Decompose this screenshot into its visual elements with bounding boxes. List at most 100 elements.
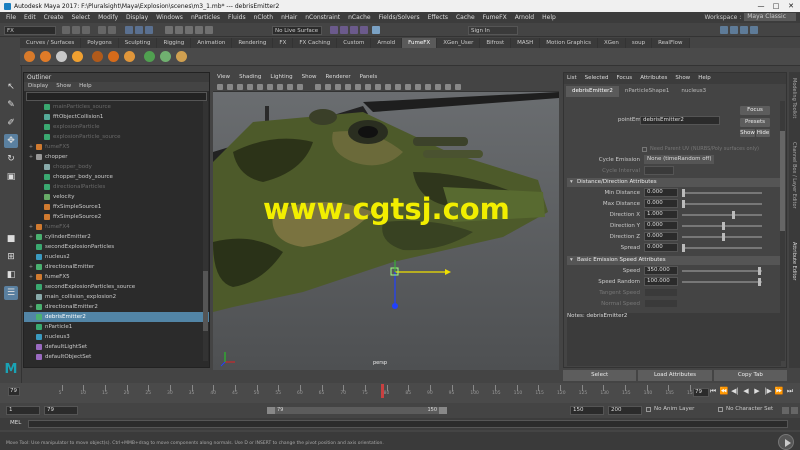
max-distance-slider[interactable] [682,200,762,208]
workspace-dropdown[interactable]: Maya Classic [744,13,796,21]
range-start-handle[interactable] [267,407,275,414]
side-tab-modeling-toolkit[interactable]: Modeling Toolkit [791,78,797,118]
attr-menu-focus[interactable]: Focus [616,73,632,84]
four-view-icon[interactable]: ⊞ [4,250,18,264]
anti-alias-icon[interactable] [395,84,401,90]
menu-edit[interactable]: Edit [24,14,36,21]
camera-select-icon[interactable] [217,84,223,90]
shelf-tab-xgen[interactable]: XGen [597,38,626,48]
shelf-smoke-icon[interactable] [56,51,67,62]
outliner-row[interactable]: mainParticles_source [24,102,209,112]
attr-menu-list[interactable]: List [567,73,577,84]
copy-tab-button[interactable]: Copy Tab [713,370,787,381]
select-object-icon[interactable] [135,26,143,34]
rotate-tool-icon[interactable]: ↻ [4,152,18,166]
viewport-scene[interactable] [213,92,559,370]
play-backwards-icon[interactable]: ◀ [741,387,751,399]
viewport-menu-renderer[interactable]: Renderer [325,72,350,82]
maximize-button[interactable]: □ [769,0,783,12]
range-slider-bar[interactable]: 79 150 [267,407,447,414]
show-button[interactable]: Show [740,129,755,137]
menu-ncloth[interactable]: nCloth [254,14,274,21]
playback-start-field[interactable]: 79 [44,406,78,415]
side-tab-attribute-editor[interactable]: Attribute Editor [791,242,797,280]
node-name-field[interactable]: debrisEmitter2 [640,116,720,125]
shelf-velocity-icon[interactable] [160,51,171,62]
wireframe-on-shaded-icon[interactable] [335,84,341,90]
step-forward-frame-icon[interactable]: |▶ [763,387,773,399]
single-view-icon[interactable]: ■ [4,232,18,246]
outliner-layout-icon[interactable]: ☰ [4,286,18,300]
menu-nhair[interactable]: nHair [281,14,297,21]
attr-menu-selected[interactable]: Selected [585,73,609,84]
lasso-tool-icon[interactable]: ✎ [4,98,18,112]
snap-grid-icon[interactable] [165,26,173,34]
render-settings-icon[interactable] [350,26,358,34]
attribute-editor-toggle-icon[interactable] [730,26,738,34]
mel-command-input[interactable] [28,420,788,428]
redo-icon[interactable] [108,26,116,34]
hypershade-icon[interactable] [360,26,368,34]
shelf-tab-custom[interactable]: Custom [337,38,372,48]
shelf-tab-arnold[interactable]: Arnold [371,38,403,48]
shadows-icon[interactable] [365,84,371,90]
outliner-row[interactable]: directionalParticles [24,182,209,192]
shelf-tab-realflow[interactable]: RealFlow [652,38,690,48]
need-parent-uv-checkbox[interactable] [642,147,647,152]
motion-blur-icon[interactable] [385,84,391,90]
menu-cache[interactable]: Cache [456,14,475,21]
menu-effects[interactable]: Effects [428,14,448,21]
modeling-toolkit-toggle-icon[interactable] [720,26,728,34]
shelf-fire-icon[interactable] [40,51,51,62]
outliner-menu-help[interactable]: Help [79,82,92,91]
outliner-scrollbar[interactable] [203,101,208,361]
bookmark-icon[interactable] [237,84,243,90]
menu-modify[interactable]: Modify [98,14,118,21]
viewport-menu-show[interactable]: Show [302,72,317,82]
minimize-button[interactable]: — [754,0,768,12]
menu-ncache[interactable]: nCache [348,14,370,21]
attribute-editor-scroll-thumb[interactable] [780,131,785,231]
shelf-object-source-icon[interactable] [124,51,135,62]
min-distance-field[interactable]: 0.000 [644,188,678,197]
outliner-row[interactable]: main_collision_explosion2 [24,292,209,302]
image-plane-icon[interactable] [247,84,253,90]
account-icon[interactable] [372,26,380,34]
step-back-key-icon[interactable]: ⏪ [719,387,729,399]
outliner-menu-display[interactable]: Display [28,82,48,91]
outliner-row[interactable]: + cylinderEmitter2 [24,232,209,242]
camera-attributes-icon[interactable] [227,84,233,90]
animation-start-field[interactable]: 1 [6,406,40,415]
scale-tool-icon[interactable]: ▣ [4,170,18,184]
gamma-icon[interactable] [455,84,461,90]
shelf-tab-sculpting[interactable]: Sculpting [118,38,158,48]
viewport-menu-shading[interactable]: Shading [239,72,261,82]
attribute-editor-scrollbar[interactable] [780,101,785,361]
viewport-panel[interactable]: View Shading Lighting Show Renderer Panels [213,72,559,370]
outliner-row[interactable]: fftObjectCollision1 [24,112,209,122]
hide-button[interactable]: Hide [756,129,770,137]
sign-in-dropdown[interactable]: Sign In [468,26,518,35]
step-back-frame-icon[interactable]: ◀| [730,387,740,399]
menu-nconstraint[interactable]: nConstraint [305,14,340,21]
load-attributes-button[interactable]: Load Attributes [638,370,712,381]
direction-y-field[interactable]: 0.000 [644,221,678,230]
time-slider-ticks[interactable]: 5 10 15 20 25 30 35 40 45 50 55 60 65 70 75 80 85 90 95 100… [40,383,700,399]
smooth-shade-icon[interactable] [325,84,331,90]
menu-select[interactable]: Select [72,14,91,21]
select-component-icon[interactable] [145,26,153,34]
shelf-tab-fx-caching[interactable]: FX Caching [293,38,338,48]
film-gate-icon[interactable] [267,84,273,90]
outliner-row[interactable]: + directionalEmitter2 [24,302,209,312]
move-tool-icon[interactable]: ✥ [4,134,18,148]
workspace-selector[interactable]: Workspace : Maya Classic [705,13,796,21]
shelf-collision-icon[interactable] [144,51,155,62]
shelf-tab-animation[interactable]: Animation [191,38,233,48]
character-set-icon[interactable] [718,407,723,412]
shelf-simple-source-icon[interactable] [92,51,103,62]
time-slider[interactable]: 79 5 10 15 20 25 30 35 40 45 50 55 60 65 70 75 80 85 90 95… [0,383,800,403]
notes-area[interactable] [567,313,781,366]
section-basic-emission-speed[interactable]: Basic Emission Speed Attributes [567,256,781,265]
wireframe-icon[interactable] [315,84,321,90]
outliner-row[interactable]: secondExplosionParticles_source [24,282,209,292]
